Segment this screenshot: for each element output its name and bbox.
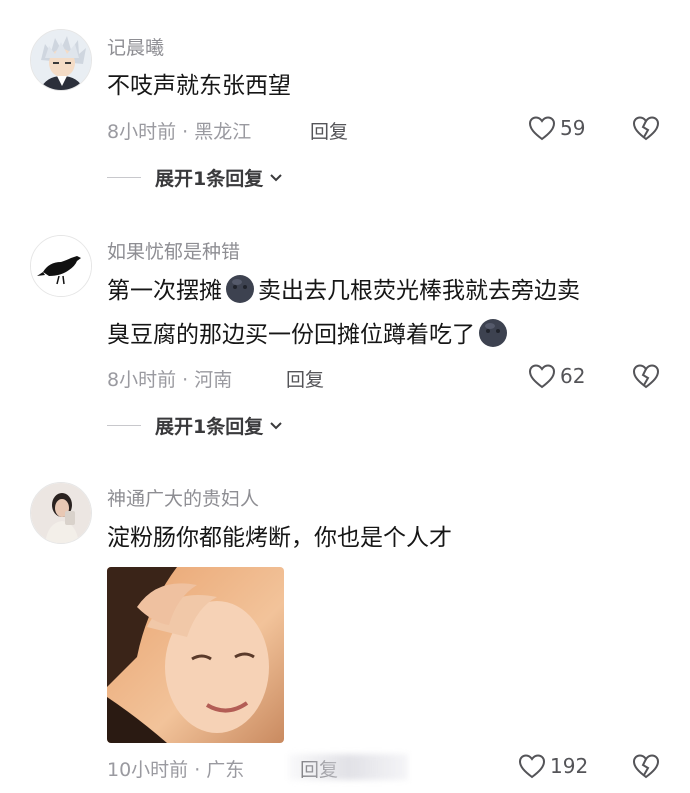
- like-button[interactable]: 62: [528, 363, 585, 389]
- dislike-button[interactable]: [632, 753, 660, 783]
- comment-text-part: 卖出去几根荧光棒我就去旁边卖: [258, 278, 580, 304]
- username[interactable]: 神通广大的贵妇人: [107, 484, 259, 511]
- comment-text: 第一次摆摊 卖出去几根荧光棒我就去旁边卖: [107, 269, 580, 319]
- broken-heart-outline-icon: [632, 754, 660, 779]
- like-count: 59: [560, 116, 586, 140]
- comment-text: 不吱声就东张西望: [107, 73, 291, 99]
- time-location: 8小时前 · 河南: [107, 369, 233, 391]
- heart-outline-icon: [518, 754, 546, 779]
- like-count: 62: [560, 364, 586, 388]
- avatar[interactable]: [30, 235, 92, 297]
- chevron-down-icon: [270, 421, 282, 429]
- expand-replies-button[interactable]: 展开1条回复: [107, 164, 283, 191]
- comment-text-part: 第一次摆摊: [107, 278, 222, 304]
- comment-image[interactable]: [107, 567, 284, 743]
- dislike-button[interactable]: [632, 363, 660, 393]
- watermark-overlay: [288, 754, 408, 780]
- reply-button[interactable]: 回复: [286, 365, 324, 392]
- avatar[interactable]: [30, 482, 92, 544]
- expand-replies-button[interactable]: 展开1条回复: [107, 412, 283, 439]
- comment-text-part: 臭豆腐的那边买一份回摊位蹲着吃了: [107, 322, 475, 348]
- broken-heart-outline-icon: [632, 116, 660, 141]
- expand-label: 展开1条回复: [155, 416, 264, 438]
- divider: [107, 425, 141, 426]
- heart-outline-icon: [528, 364, 556, 389]
- like-count: 192: [550, 754, 589, 778]
- time-location: 8小时前 · 黑龙江: [107, 121, 252, 143]
- comment-text: 臭豆腐的那边买一份回摊位蹲着吃了: [107, 313, 511, 363]
- time-location: 10小时前 · 广东: [107, 759, 245, 781]
- comment-text: 淀粉肠你都能烤断，你也是个人才: [107, 525, 452, 551]
- like-button[interactable]: 59: [528, 115, 585, 141]
- username[interactable]: 如果忧郁是种错: [107, 237, 240, 264]
- divider: [107, 177, 141, 178]
- expand-label: 展开1条回复: [155, 168, 264, 190]
- broken-heart-outline-icon: [632, 364, 660, 389]
- chevron-down-icon: [270, 173, 282, 181]
- dark-face-emoji-icon: [478, 318, 508, 363]
- heart-outline-icon: [528, 116, 556, 141]
- username[interactable]: 记晨曦: [107, 33, 164, 60]
- avatar[interactable]: [30, 29, 92, 91]
- like-button[interactable]: 192: [518, 753, 588, 779]
- dislike-button[interactable]: [632, 115, 660, 145]
- reply-button[interactable]: 回复: [310, 117, 348, 144]
